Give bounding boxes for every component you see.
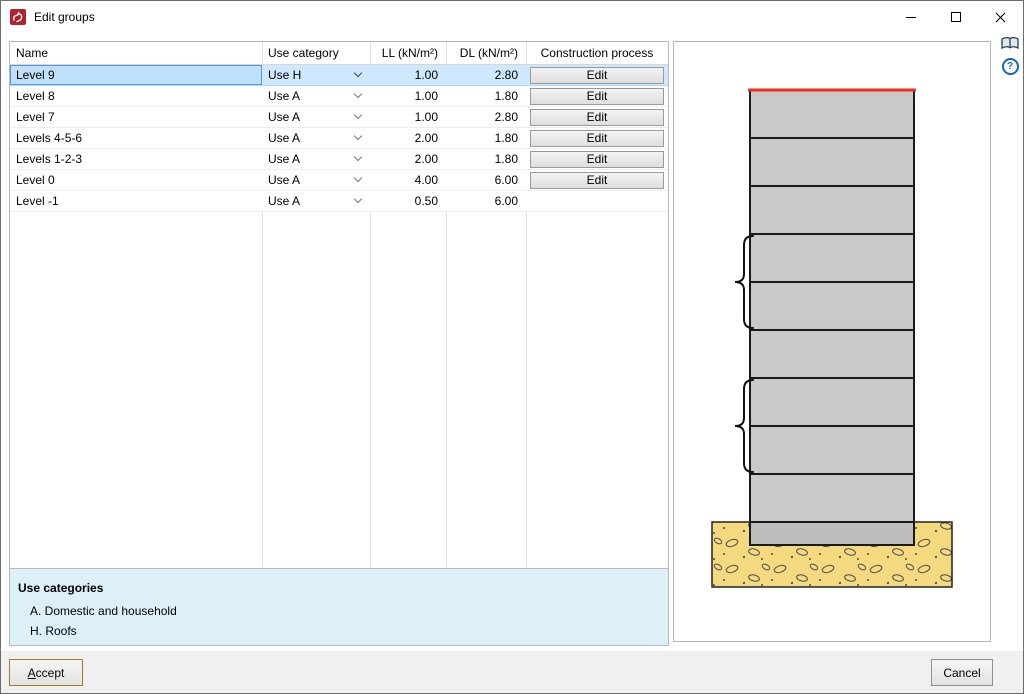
ll-value-cell[interactable]: 4.00	[370, 170, 446, 190]
chevron-down-icon	[353, 131, 363, 141]
construction-process-cell: Edit	[526, 107, 668, 127]
use-category-value: Use H	[268, 68, 302, 82]
building-preview-panel	[673, 41, 991, 642]
header-ll: LL (kN/m²)	[381, 46, 438, 60]
edit-construction-button[interactable]: Edit	[530, 171, 664, 189]
table-row[interactable]: Levels 4-5-6 Use A 2.00 1.80 Edit	[10, 128, 668, 149]
table-row[interactable]: Level 0 Use A 4.00 6.00 Edit	[10, 170, 668, 191]
legend-item: A. Domestic and household	[30, 604, 177, 618]
use-category-value: Use A	[268, 152, 301, 166]
row-name-cell[interactable]: Levels 1-2-3	[10, 149, 262, 169]
header-dl: DL (kN/m²)	[459, 46, 518, 60]
edit-construction-button[interactable]: Edit	[530, 66, 664, 84]
building-body	[749, 89, 915, 523]
chevron-down-icon	[353, 152, 363, 162]
accept-button[interactable]: Accept	[9, 659, 83, 686]
use-category-value: Use A	[268, 110, 301, 124]
edit-construction-button[interactable]: Edit	[530, 150, 664, 168]
use-category-dropdown[interactable]: Use A	[262, 128, 370, 148]
use-category-dropdown[interactable]: Use A	[262, 107, 370, 127]
use-category-dropdown[interactable]: Use A	[262, 170, 370, 190]
ll-value-cell[interactable]: 2.00	[370, 128, 446, 148]
side-help-icons: ?	[999, 35, 1021, 75]
dl-value-cell[interactable]: 1.80	[446, 86, 526, 106]
use-category-value: Use A	[268, 173, 301, 187]
ll-value-cell[interactable]: 0.50	[370, 191, 446, 211]
help-icon[interactable]: ?	[1001, 58, 1019, 75]
table-row[interactable]: Level 7 Use A 1.00 2.80 Edit	[10, 107, 668, 128]
groups-table-panel: Name Use category LL (kN/m²) DL (kN/m²) …	[9, 41, 669, 646]
table-row[interactable]: Level 8 Use A 1.00 1.80 Edit	[10, 86, 668, 107]
row-name-cell[interactable]: Levels 4-5-6	[10, 128, 262, 148]
dl-value-cell[interactable]: 1.80	[446, 128, 526, 148]
maximize-button[interactable]	[933, 1, 978, 33]
chevron-down-icon	[353, 89, 363, 99]
legend-title: Use categories	[18, 581, 104, 595]
row-name-cell[interactable]: Level 0	[10, 170, 262, 190]
minimize-icon	[905, 16, 916, 18]
maximize-icon	[950, 12, 961, 22]
footer-bar: Accept Cancel	[1, 651, 1023, 693]
table-header: Name Use category LL (kN/m²) DL (kN/m²) …	[10, 42, 668, 65]
row-name-cell[interactable]: Level 7	[10, 107, 262, 127]
construction-process-cell: Edit	[526, 86, 668, 106]
construction-process-cell: Edit	[526, 128, 668, 148]
ll-value-cell[interactable]: 1.00	[370, 107, 446, 127]
minimize-button[interactable]	[888, 1, 933, 33]
table-row[interactable]: Level -1 Use A 0.50 6.00	[10, 191, 668, 212]
edit-construction-button[interactable]: Edit	[530, 87, 664, 105]
titlebar: Edit groups	[1, 1, 1023, 33]
row-name-cell[interactable]: Level -1	[10, 191, 262, 211]
use-category-dropdown[interactable]: Use A	[262, 191, 370, 211]
foundation-level	[749, 521, 915, 546]
edit-construction-button[interactable]: Edit	[530, 108, 664, 126]
legend-item: H. Roofs	[30, 624, 77, 638]
header-use-category: Use category	[268, 46, 339, 60]
use-category-dropdown[interactable]: Use H	[262, 65, 370, 85]
header-name: Name	[16, 46, 49, 60]
construction-process-cell: Edit	[526, 149, 668, 169]
row-name-cell[interactable]: Level 9	[10, 65, 262, 85]
construction-process-cell: Edit	[526, 170, 668, 190]
cancel-button[interactable]: Cancel	[931, 659, 993, 686]
ll-value-cell[interactable]: 2.00	[370, 149, 446, 169]
dl-value-cell[interactable]: 2.80	[446, 65, 526, 85]
dl-value-cell[interactable]: 6.00	[446, 170, 526, 190]
chevron-down-icon	[353, 68, 363, 78]
chevron-down-icon	[353, 110, 363, 120]
header-construction-process: Construction process	[540, 46, 654, 60]
dl-value-cell[interactable]: 6.00	[446, 191, 526, 211]
close-icon	[995, 12, 1006, 23]
use-categories-legend: Use categories A. Domestic and household…	[10, 568, 668, 645]
close-button[interactable]	[978, 1, 1023, 33]
construction-process-cell: Edit	[526, 65, 668, 85]
use-category-dropdown[interactable]: Use A	[262, 86, 370, 106]
dl-value-cell[interactable]: 1.80	[446, 149, 526, 169]
help-book-icon[interactable]	[1001, 35, 1019, 51]
edit-construction-button[interactable]: Edit	[530, 129, 664, 147]
use-category-value: Use A	[268, 131, 301, 145]
row-name-cell[interactable]: Level 8	[10, 86, 262, 106]
ll-value-cell[interactable]: 1.00	[370, 86, 446, 106]
window-title: Edit groups	[34, 10, 95, 24]
dl-value-cell[interactable]: 2.80	[446, 107, 526, 127]
building-elevation-svg	[711, 88, 953, 588]
use-category-value: Use A	[268, 89, 301, 103]
table-row[interactable]: Level 9 Use H 1.00 2.80 Edit	[10, 65, 668, 86]
construction-process-cell	[526, 191, 668, 211]
chevron-down-icon	[353, 173, 363, 183]
use-category-value: Use A	[268, 194, 301, 208]
table-row[interactable]: Levels 1-2-3 Use A 2.00 1.80 Edit	[10, 149, 668, 170]
ll-value-cell[interactable]: 1.00	[370, 65, 446, 85]
chevron-down-icon	[353, 194, 363, 204]
use-category-dropdown[interactable]: Use A	[262, 149, 370, 169]
app-icon	[10, 9, 26, 25]
